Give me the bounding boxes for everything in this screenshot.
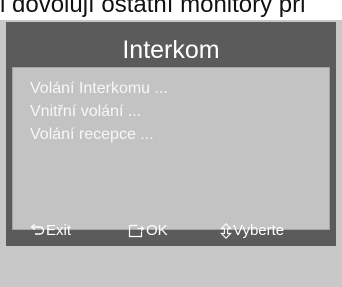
footer-bar: Exit OK Vyberte [12,218,330,246]
background-caption-text: i dovolují ostatní monitory při [0,0,306,18]
menu-item-reception-call[interactable]: Volání recepce ... [30,124,154,146]
menu-item-internal-call[interactable]: Vnitřní volání ... [30,101,141,123]
up-down-arrow-icon [220,223,232,240]
menu-panel: Volání Interkomu ... Vnitřní volání ... … [12,67,330,230]
enter-icon [128,224,145,238]
window-title: Interkom [122,36,220,64]
select-label: Vyberte [233,222,285,239]
exit-label: Exit [46,222,72,239]
select-button[interactable]: Vyberte [220,220,284,242]
exit-button[interactable]: Exit [29,220,71,242]
return-arrow-icon [29,224,45,238]
ok-label: OK [146,222,168,239]
menu-item-intercom-call[interactable]: Volání Interkomu ... [30,78,168,100]
intercom-osd-window: Interkom Volání Interkomu ... Vnitřní vo… [6,22,336,246]
ok-button[interactable]: OK [128,220,168,242]
